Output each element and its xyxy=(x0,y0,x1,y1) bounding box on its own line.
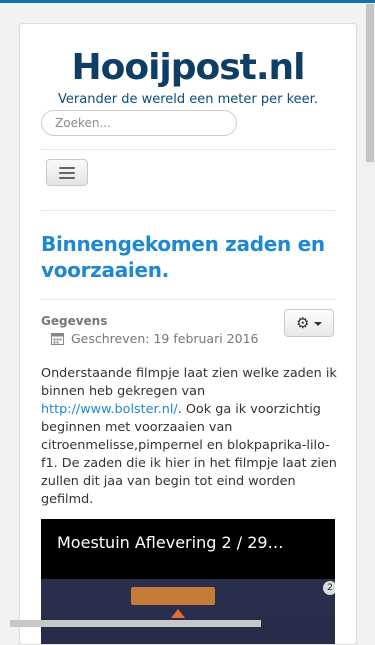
thumbnail-sign xyxy=(131,587,215,605)
divider xyxy=(41,149,335,150)
search-input[interactable] xyxy=(41,110,237,136)
video-title[interactable]: Moestuin Aflevering 2 / 29… xyxy=(57,533,284,552)
article-tools-button[interactable]: ⚙ xyxy=(284,309,334,337)
menu-toggle-button[interactable] xyxy=(46,159,88,186)
thumbnail-badge: 2 xyxy=(323,581,335,595)
hamburger-icon xyxy=(59,167,75,169)
publish-date: Geschreven: 19 februari 2016 xyxy=(71,331,259,346)
body-text-part1: Onderstaande filmpje laat zien welke zad… xyxy=(41,366,337,399)
site-tagline: Verander de wereld een meter per keer. xyxy=(58,92,318,107)
details-label: Gegevens xyxy=(41,314,108,328)
divider xyxy=(41,210,335,211)
site-title[interactable]: Hooijpost.nl xyxy=(20,46,356,90)
hamburger-icon-line xyxy=(59,177,75,179)
hamburger-icon-line xyxy=(59,172,75,174)
caret-down-icon xyxy=(314,322,322,326)
date-prefix: Geschreven: xyxy=(71,331,150,346)
divider xyxy=(41,299,335,300)
thumbnail-logo xyxy=(171,609,185,618)
video-thumbnail[interactable]: 2 xyxy=(41,579,335,644)
gear-icon: ⚙ xyxy=(296,314,310,332)
date-value: 19 februari 2016 xyxy=(153,331,259,346)
article-body: Onderstaande filmpje laat zien welke zad… xyxy=(41,365,337,509)
horizontal-scrollbar[interactable] xyxy=(10,620,261,627)
body-text-part2: . Ook ga ik voorzichtig beginnen met voo… xyxy=(41,402,337,507)
content-card: Hooijpost.nl Verander de wereld een mete… xyxy=(19,23,357,645)
article-title[interactable]: Binnengekomen zaden en voorzaaien. xyxy=(41,231,336,283)
top-accent-bar xyxy=(0,0,375,3)
scrollbar-thumb[interactable] xyxy=(366,4,374,162)
calendar-icon xyxy=(51,333,64,345)
bolster-link[interactable]: http://www.bolster.nl/ xyxy=(41,402,178,417)
